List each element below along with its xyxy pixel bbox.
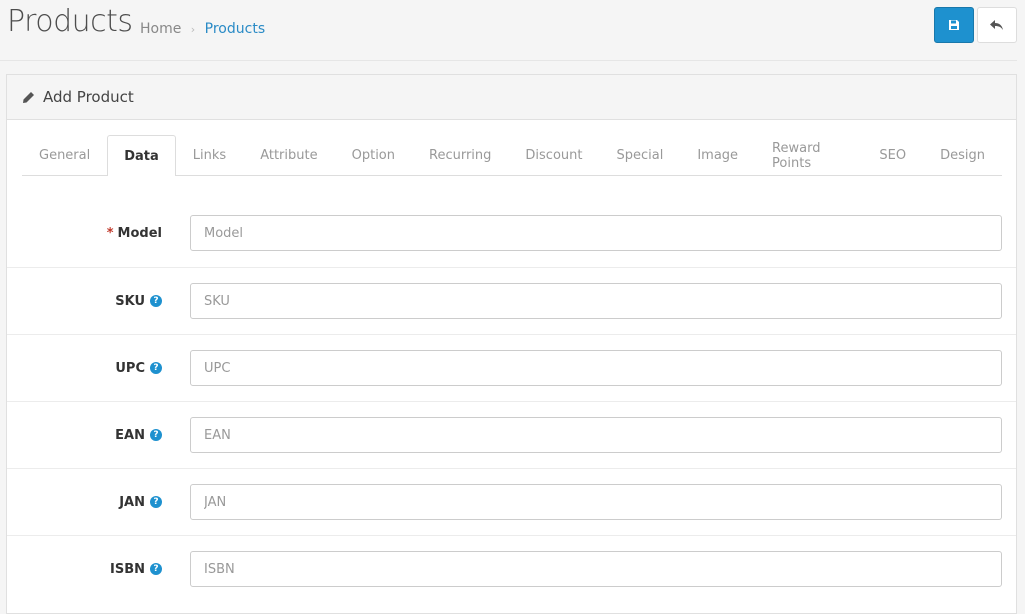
ean-label: EAN ? [115,402,162,468]
tab-recurring[interactable]: Recurring [412,135,508,175]
save-icon [949,20,959,30]
breadcrumb-separator: › [190,23,196,36]
tab-image[interactable]: Image [680,135,755,175]
form-row-jan: JAN ? [7,468,1016,535]
tab-seo[interactable]: SEO [862,135,923,175]
save-button[interactable] [934,7,974,43]
form-row-upc: UPC ? [7,334,1016,401]
sku-input[interactable] [190,283,1002,319]
isbn-label: ISBN ? [110,536,162,602]
model-label: * Model [106,226,162,241]
form-row-sku: SKU ? [7,267,1016,334]
jan-input[interactable] [190,484,1002,520]
ean-input[interactable] [190,417,1002,453]
breadcrumb: Home › Products [140,21,265,37]
help-icon[interactable]: ? [150,362,162,374]
back-button[interactable] [977,7,1017,43]
breadcrumb-products[interactable]: Products [205,21,265,37]
isbn-input[interactable] [190,551,1002,587]
panel-title: Add Product [43,88,134,106]
pencil-icon [23,91,34,103]
upc-label: UPC ? [115,335,162,401]
help-icon[interactable]: ? [150,563,162,575]
form-row-ean: EAN ? [7,401,1016,468]
page-header: Products Home › Products [0,0,1025,61]
jan-label: JAN ? [119,469,162,535]
tab-links[interactable]: Links [176,135,243,175]
sku-label: SKU ? [115,268,162,334]
tab-discount[interactable]: Discount [508,135,599,175]
help-icon[interactable]: ? [150,295,162,307]
model-input[interactable] [190,215,1002,251]
breadcrumb-home[interactable]: Home [140,21,181,37]
tab-design[interactable]: Design [923,135,1002,175]
tab-reward-points[interactable]: Reward Points [755,135,862,175]
tab-data[interactable]: Data [107,135,176,176]
scrollbar[interactable] [1017,60,1025,601]
tab-special[interactable]: Special [599,135,680,175]
form-row-model: * Model [7,200,1016,267]
panel-heading: Add Product [7,75,1016,120]
tab-attribute[interactable]: Attribute [243,135,334,175]
form-row-isbn: ISBN ? [7,535,1016,602]
upc-input[interactable] [190,350,1002,386]
help-icon[interactable]: ? [150,496,162,508]
add-product-panel: Add Product General Data Links Attribute… [6,74,1017,614]
page-title: Products [7,4,133,39]
tab-general[interactable]: General [22,135,107,175]
required-marker: * [106,226,114,241]
help-icon[interactable]: ? [150,429,162,441]
tab-option[interactable]: Option [335,135,412,175]
reply-icon [990,20,1003,30]
product-tabs: General Data Links Attribute Option Recu… [22,135,1002,176]
